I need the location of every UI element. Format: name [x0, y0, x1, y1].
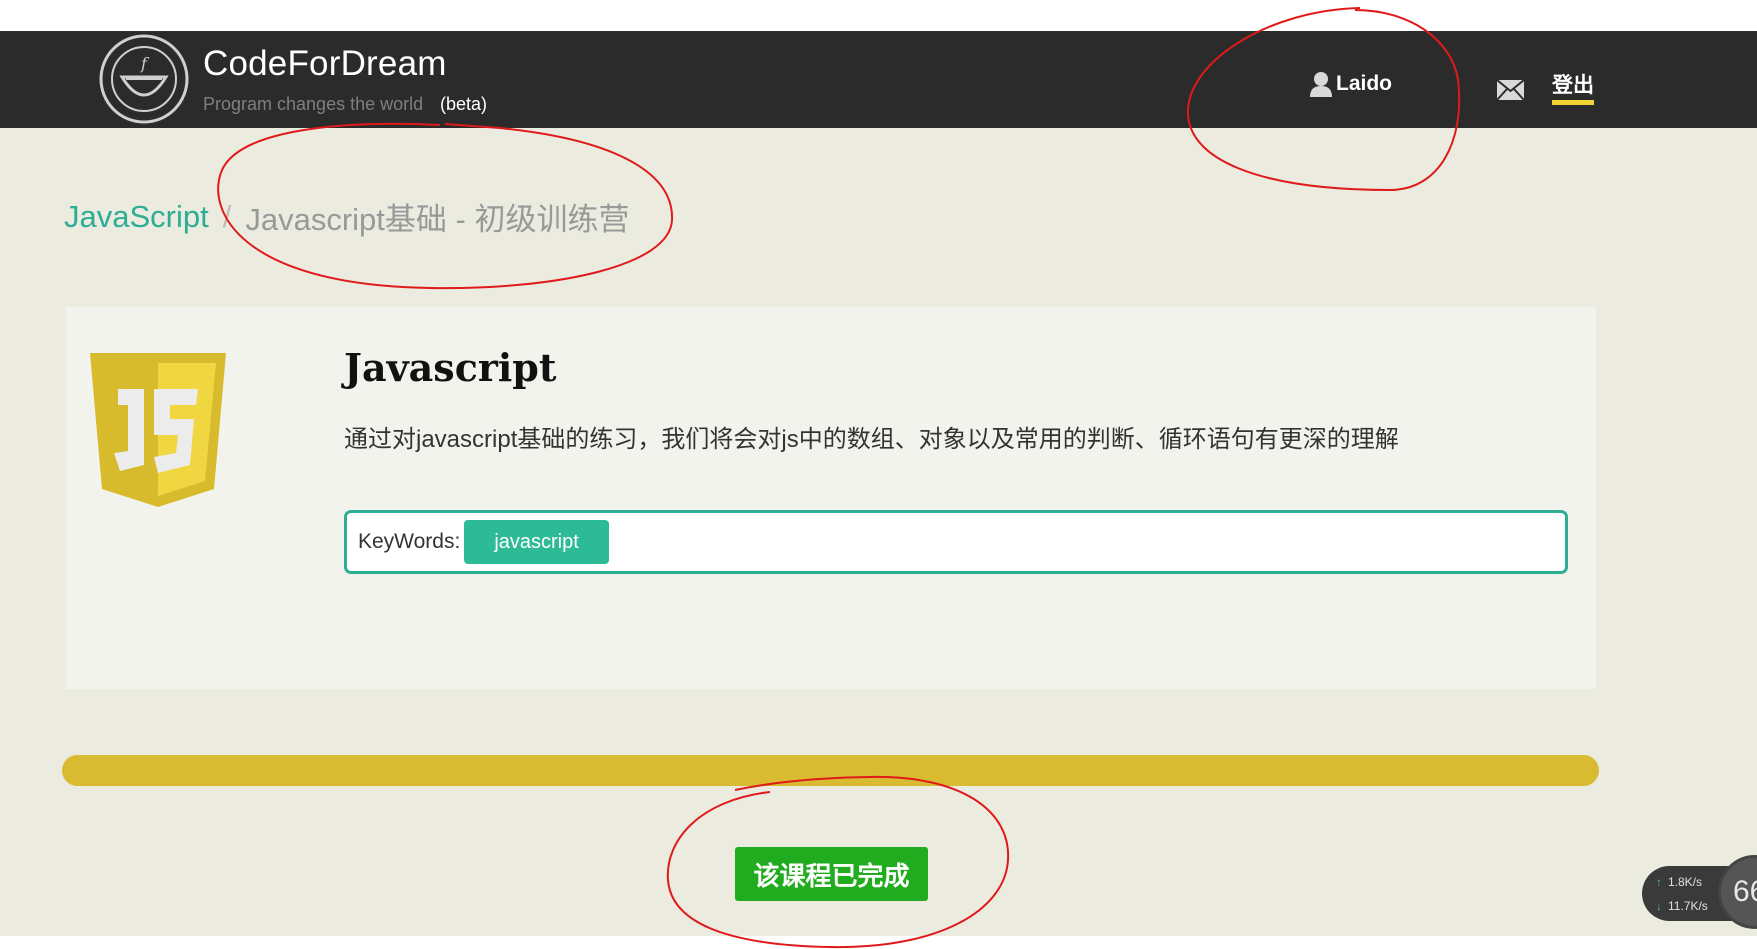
breadcrumb-separator: /	[222, 198, 232, 234]
brand-subtitle: Program changes the world	[203, 94, 424, 114]
js-shield-logo-icon	[90, 353, 226, 507]
main-content: JavaScript / Javascript基础 - 初级训练营 Javasc…	[0, 128, 1757, 936]
keywords-box: KeyWords: javascript	[344, 510, 1568, 574]
download-arrow-icon: ↓	[1656, 899, 1662, 913]
keywords-label: KeyWords:	[358, 530, 461, 553]
download-speed: ↓ 11.7K/s	[1656, 899, 1708, 913]
upload-speed: ↑ 1.8K/s	[1656, 875, 1702, 889]
user-profile-link[interactable]: Laido	[1309, 71, 1392, 97]
course-title: Javascript	[344, 345, 557, 390]
gauge-value: 66	[1733, 875, 1757, 908]
breadcrumb-category-link[interactable]: JavaScript	[64, 199, 209, 235]
upload-arrow-icon: ↑	[1656, 875, 1662, 889]
course-completed-button[interactable]: 该课程已完成	[735, 847, 928, 901]
mail-icon[interactable]	[1496, 79, 1525, 101]
download-speed-value: 11.7K/s	[1668, 899, 1708, 913]
course-card: Javascript 通过对javascript基础的练习，我们将会对js中的数…	[66, 307, 1596, 689]
upload-speed-value: 1.8K/s	[1668, 875, 1703, 889]
beta-label: (beta)	[440, 94, 488, 114]
top-navbar: f CodeForDream Program changes the world…	[0, 31, 1757, 128]
username-label: Laido	[1336, 72, 1392, 95]
course-description: 通过对javascript基础的练习，我们将会对js中的数组、对象以及常用的判断…	[344, 426, 1399, 453]
breadcrumb-current: Javascript基础 - 初级训练营	[245, 202, 630, 237]
svg-text:f: f	[140, 54, 150, 73]
user-icon	[1310, 72, 1332, 97]
logout-link[interactable]: 登出	[1552, 69, 1594, 105]
breadcrumb: JavaScript / Javascript基础 - 初级训练营	[64, 194, 629, 239]
keyword-tag[interactable]: javascript	[464, 520, 609, 564]
course-progress-bar	[62, 755, 1599, 786]
brand-logo-icon[interactable]: f	[98, 33, 190, 125]
brand-title[interactable]: CodeForDream	[203, 44, 447, 84]
